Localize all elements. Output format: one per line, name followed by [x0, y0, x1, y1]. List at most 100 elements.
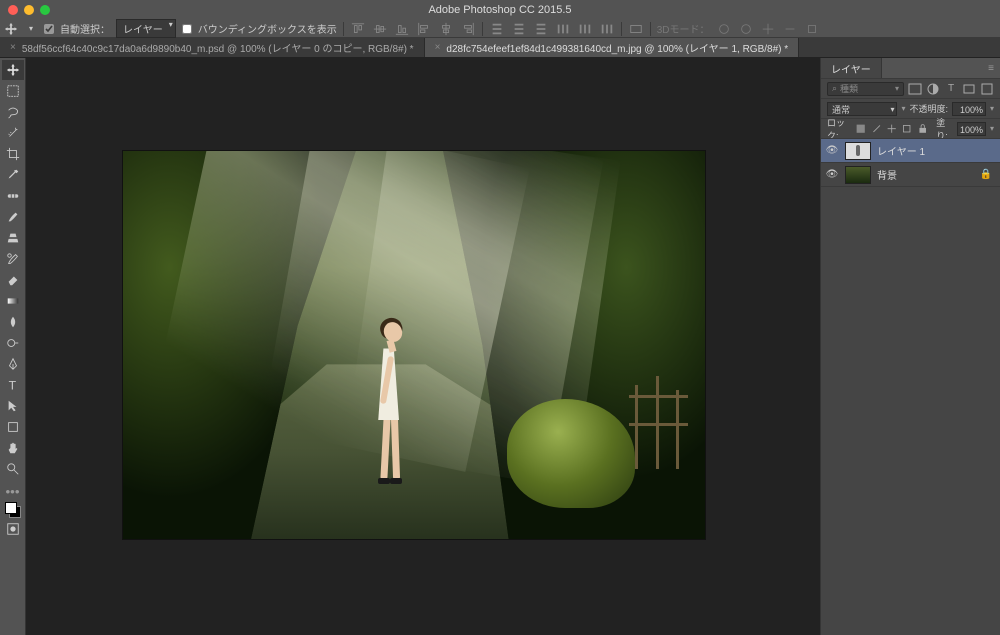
blur-tool[interactable]	[2, 312, 24, 332]
align-left-icon[interactable]	[416, 21, 432, 37]
magic-wand-tool[interactable]	[2, 123, 24, 143]
document-tabs: × 58df56ccf64c40c9c17da0a6d9890b40_m.psd…	[0, 38, 1000, 58]
search-icon: ⌕	[832, 83, 837, 94]
svg-text:T: T	[8, 378, 16, 392]
auto-select-label: 自動選択：	[60, 21, 110, 36]
gradient-tool[interactable]	[2, 291, 24, 311]
eraser-tool[interactable]	[2, 270, 24, 290]
lock-position-icon[interactable]	[886, 122, 897, 136]
layer-name[interactable]: 背景	[877, 167, 897, 182]
separator	[343, 22, 344, 36]
move-tool[interactable]	[2, 60, 24, 80]
crop-tool[interactable]	[2, 144, 24, 164]
filter-smartobject-icon[interactable]	[980, 82, 994, 96]
options-bar: ▾ 自動選択： レイヤー バウンディングボックスを表示 3Dモード：	[0, 20, 1000, 38]
dodge-tool[interactable]	[2, 333, 24, 353]
path-selection-tool[interactable]	[2, 396, 24, 416]
lock-pixels-icon[interactable]	[855, 122, 866, 136]
canvas-area[interactable]	[26, 58, 820, 635]
eyedropper-tool[interactable]	[2, 165, 24, 185]
minimize-window-button[interactable]	[24, 5, 34, 15]
close-window-button[interactable]	[8, 5, 18, 15]
layer-name[interactable]: レイヤー 1	[877, 143, 925, 158]
blend-mode-dropdown[interactable]: 通常	[827, 102, 897, 116]
auto-align-icon[interactable]	[628, 21, 644, 37]
zoom-window-button[interactable]	[40, 5, 50, 15]
close-tab-icon[interactable]: ×	[435, 42, 441, 53]
align-top-icon[interactable]	[350, 21, 366, 37]
align-vcenter-icon[interactable]	[372, 21, 388, 37]
distribute-top-icon[interactable]	[489, 21, 505, 37]
layer-item[interactable]: 👁 レイヤー 1	[821, 139, 1000, 163]
bbox-checkbox[interactable]	[182, 24, 192, 34]
chevron-down-icon[interactable]: ▾	[24, 22, 38, 36]
close-tab-icon[interactable]: ×	[10, 42, 16, 53]
distribute-bottom-icon[interactable]	[533, 21, 549, 37]
document-canvas[interactable]	[123, 151, 705, 539]
zoom-tool[interactable]	[2, 459, 24, 479]
auto-select-mode-dropdown[interactable]: レイヤー	[116, 19, 176, 38]
distribute-vcenter-icon[interactable]	[511, 21, 527, 37]
pen-tool[interactable]	[2, 354, 24, 374]
type-tool[interactable]: T	[2, 375, 24, 395]
foreground-color-swatch[interactable]	[5, 502, 17, 514]
distribute-hcenter-icon[interactable]	[577, 21, 593, 37]
color-swatches[interactable]	[5, 498, 21, 518]
separator	[650, 22, 651, 36]
filter-image-icon[interactable]	[908, 82, 922, 96]
right-panel-dock: レイヤー ≡ ⌕ 種類 ▾ T 通常 ▾ 不透明度: 100% ▾ ロック:	[820, 58, 1000, 635]
auto-select-checkbox[interactable]	[44, 24, 54, 34]
layer-filter-dropdown[interactable]: ⌕ 種類 ▾	[827, 82, 904, 96]
shape-tool[interactable]	[2, 417, 24, 437]
panel-tab-bar: レイヤー ≡	[821, 58, 1000, 78]
brush-tool[interactable]	[2, 207, 24, 227]
threeD-pan-icon[interactable]	[760, 21, 776, 37]
lock-icon: 🔒	[980, 169, 996, 180]
layer-list: 👁 レイヤー 1 👁 背景 🔒	[821, 138, 1000, 635]
layer-thumbnail[interactable]	[845, 142, 871, 160]
marquee-tool[interactable]	[2, 81, 24, 101]
threeD-scale-icon[interactable]	[804, 21, 820, 37]
chevron-down-icon[interactable]: ▾	[990, 124, 994, 133]
threeD-roll-icon[interactable]	[738, 21, 754, 37]
threeD-slide-icon[interactable]	[782, 21, 798, 37]
canvas-figure	[362, 312, 412, 492]
healing-brush-tool[interactable]	[2, 186, 24, 206]
move-tool-icon	[4, 22, 18, 36]
opacity-input[interactable]: 100%	[952, 102, 986, 116]
lock-position-paint-icon[interactable]	[871, 122, 882, 136]
layers-panel-tab[interactable]: レイヤー	[821, 58, 882, 78]
blend-mode-row: 通常 ▾ 不透明度: 100% ▾	[821, 98, 1000, 118]
threeD-orbit-icon[interactable]	[716, 21, 732, 37]
align-bottom-icon[interactable]	[394, 21, 410, 37]
edit-toolbar-button[interactable]: •••	[2, 485, 24, 497]
document-tab[interactable]: × d28fc754efeef1ef84d1c499381640cd_m.jpg…	[425, 38, 800, 57]
layer-item[interactable]: 👁 背景 🔒	[821, 163, 1000, 187]
filter-adjustment-icon[interactable]	[926, 82, 940, 96]
distribute-left-icon[interactable]	[555, 21, 571, 37]
filter-shape-icon[interactable]	[962, 82, 976, 96]
threeD-mode-label: 3Dモード：	[657, 21, 710, 36]
history-brush-tool[interactable]	[2, 249, 24, 269]
visibility-toggle-icon[interactable]: 👁	[825, 145, 839, 156]
chevron-down-icon[interactable]: ▾	[990, 104, 994, 113]
document-tab[interactable]: × 58df56ccf64c40c9c17da0a6d9890b40_m.psd…	[0, 38, 425, 57]
fill-input[interactable]: 100%	[957, 122, 986, 136]
lock-row: ロック: 塗り: 100% ▾	[821, 118, 1000, 138]
separator	[621, 22, 622, 36]
document-tab-label: 58df56ccf64c40c9c17da0a6d9890b40_m.psd @…	[22, 40, 414, 55]
lasso-tool[interactable]	[2, 102, 24, 122]
separator	[482, 22, 483, 36]
align-hcenter-icon[interactable]	[438, 21, 454, 37]
filter-type-icon[interactable]: T	[944, 82, 958, 96]
panel-menu-icon[interactable]: ≡	[982, 63, 1000, 74]
visibility-toggle-icon[interactable]: 👁	[825, 169, 839, 180]
hand-tool[interactable]	[2, 438, 24, 458]
layer-thumbnail[interactable]	[845, 166, 871, 184]
lock-all-icon[interactable]	[917, 122, 928, 136]
distribute-right-icon[interactable]	[599, 21, 615, 37]
clone-stamp-tool[interactable]	[2, 228, 24, 248]
quick-mask-button[interactable]	[2, 519, 24, 539]
align-right-icon[interactable]	[460, 21, 476, 37]
lock-artboard-icon[interactable]	[901, 122, 912, 136]
